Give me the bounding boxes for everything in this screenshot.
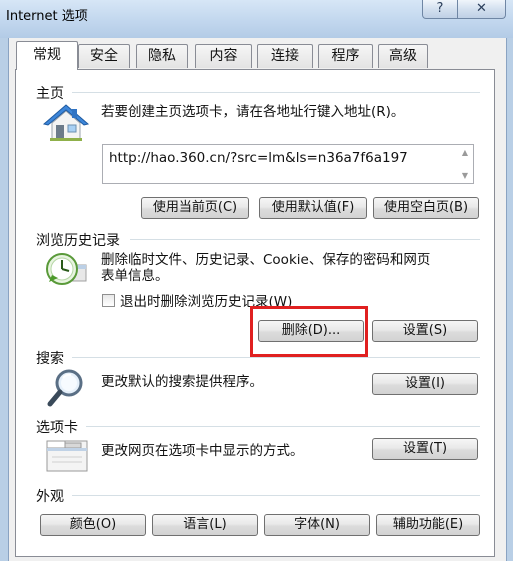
homepage-section-label: 主页 bbox=[36, 83, 70, 103]
use-default-button[interactable]: 使用默认值(F) bbox=[259, 197, 367, 219]
accessibility-button[interactable]: 辅助功能(E) bbox=[376, 514, 480, 536]
search-section-label: 搜索 bbox=[36, 348, 70, 368]
tab-general[interactable]: 常规 bbox=[16, 41, 78, 70]
scroll-up-icon[interactable]: ▲ bbox=[459, 148, 471, 157]
title-bar: Internet 选项 ? ✕ bbox=[0, 0, 513, 38]
section-divider bbox=[86, 426, 480, 427]
tabs-section-label: 选项卡 bbox=[36, 417, 84, 437]
tab-label: 内容 bbox=[209, 48, 238, 64]
tab-label: 常规 bbox=[33, 47, 61, 63]
fonts-button[interactable]: 字体(N) bbox=[264, 514, 370, 536]
help-icon: ? bbox=[436, 1, 444, 16]
colors-button[interactable]: 颜色(O) bbox=[40, 514, 146, 536]
tabs-description: 更改网页在选项卡中显示的方式。 bbox=[101, 443, 304, 459]
highlight-box bbox=[250, 306, 368, 357]
appearance-section-label: 外观 bbox=[36, 486, 70, 506]
tab-content[interactable]: 内容 bbox=[195, 44, 252, 68]
tab-label: 安全 bbox=[90, 48, 118, 64]
homepage-description: 若要创建主页选项卡，请在各地址行键入地址(R)。 bbox=[101, 104, 405, 120]
tab-label: 高级 bbox=[389, 48, 417, 64]
use-blank-button[interactable]: 使用空白页(B) bbox=[373, 197, 479, 219]
search-settings-button[interactable]: 设置(I) bbox=[372, 373, 478, 395]
house-icon bbox=[42, 104, 90, 141]
magnifier-icon bbox=[47, 369, 83, 407]
delete-on-exit-checkbox[interactable] bbox=[102, 294, 115, 307]
tab-programs[interactable]: 程序 bbox=[318, 44, 373, 68]
languages-button[interactable]: 语言(L) bbox=[152, 514, 258, 536]
tabs-window-icon bbox=[46, 440, 88, 472]
section-divider bbox=[72, 495, 480, 496]
history-description-line2: 表单信息。 bbox=[101, 268, 169, 284]
history-description-line1: 删除临时文件、历史记录、Cookie、保存的密码和网页 bbox=[101, 252, 431, 268]
close-icon: ✕ bbox=[476, 1, 487, 16]
section-divider bbox=[72, 357, 480, 358]
tab-security[interactable]: 安全 bbox=[78, 44, 130, 68]
tab-label: 隐私 bbox=[148, 48, 176, 64]
section-divider bbox=[72, 92, 480, 93]
section-divider bbox=[130, 239, 480, 240]
tab-label: 程序 bbox=[331, 48, 360, 64]
history-clock-icon bbox=[46, 253, 87, 285]
homepage-url-text: http://hao.360.cn/?src=lm&ls=n36a7f6a197 bbox=[109, 150, 408, 166]
homepage-url-textarea[interactable]: http://hao.360.cn/?src=lm&ls=n36a7f6a197… bbox=[102, 144, 474, 184]
tab-connections[interactable]: 连接 bbox=[257, 44, 313, 68]
tab-advanced[interactable]: 高级 bbox=[378, 44, 428, 68]
window-title: Internet 选项 bbox=[6, 9, 88, 24]
tabs-settings-button[interactable]: 设置(T) bbox=[372, 438, 478, 460]
search-description: 更改默认的搜索提供程序。 bbox=[101, 374, 263, 390]
close-button[interactable]: ✕ bbox=[458, 0, 506, 19]
scroll-down-icon[interactable]: ▼ bbox=[459, 171, 471, 180]
tab-privacy[interactable]: 隐私 bbox=[136, 44, 188, 68]
tab-label: 连接 bbox=[271, 48, 299, 64]
history-section-label: 浏览历史记录 bbox=[36, 230, 126, 250]
help-button[interactable]: ? bbox=[422, 0, 458, 19]
history-settings-button[interactable]: 设置(S) bbox=[372, 320, 478, 342]
use-current-button[interactable]: 使用当前页(C) bbox=[141, 197, 249, 219]
